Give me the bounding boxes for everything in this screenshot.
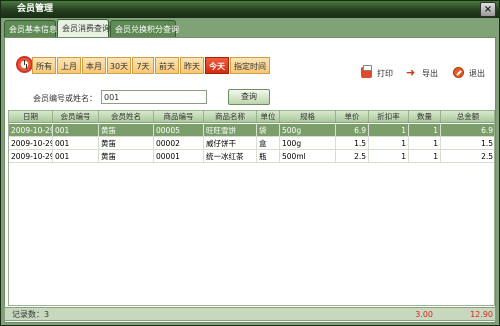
- cell-member-name: 黄笛: [99, 150, 154, 163]
- cell-unit: 袋: [257, 124, 280, 137]
- tab-points-exchange-query[interactable]: 会员兑换积分查询: [110, 20, 179, 38]
- window-title: 会员管理: [1, 1, 499, 18]
- cell-date: 2009-10-29: [11, 150, 53, 163]
- search-row: 会员编号或姓名： 查询: [5, 88, 497, 108]
- record-count: 记录数：3: [12, 310, 50, 319]
- column-header[interactable]: 商品编号: [154, 111, 204, 123]
- consumption-query-panel: 所有 上月 本月 30天 7天 前天 昨天 今天 指定时间 打印 ➜ 导出 退出: [4, 37, 496, 323]
- table-header: 日期 会员编号 会员姓名 商品编号 商品名称 单位 规格 单价 折扣率 数量 总…: [9, 111, 494, 123]
- column-header[interactable]: 折扣率: [369, 111, 409, 123]
- cell-product-name: 威仔饼干: [204, 137, 257, 150]
- toolbar: 所有 上月 本月 30天 7天 前天 昨天 今天 指定时间 打印 ➜ 导出 退出: [9, 48, 493, 86]
- cell-quantity: 1: [409, 150, 441, 163]
- exit-label: 退出: [469, 69, 485, 78]
- cell-price: 2.5: [336, 150, 369, 163]
- amount-total: 12.90: [470, 310, 493, 319]
- cell-total: 1.5: [441, 137, 494, 150]
- cell-price: 1.5: [336, 137, 369, 150]
- table-row[interactable]: 2009-10-29 001 黄笛 00005 旺旺雪饼 袋 500g 6.9 …: [9, 124, 494, 137]
- search-label: 会员编号或姓名：: [33, 94, 97, 103]
- member-management-window: 会员管理 × 会员基本信息 会员消费查询 会员兑换积分查询 所有 上月 本月 3…: [0, 0, 500, 326]
- cell-member-id: 001: [53, 124, 99, 137]
- cell-member-id: 001: [53, 137, 99, 150]
- range-yesterday[interactable]: 昨天: [180, 57, 204, 74]
- column-header[interactable]: 总金额: [441, 111, 494, 123]
- exit-icon: [453, 67, 464, 78]
- status-bar: 记录数：3 3.00 12.90: [4, 307, 496, 321]
- query-button[interactable]: 查询: [228, 89, 270, 105]
- range-30-days[interactable]: 30天: [107, 57, 131, 74]
- quantity-total: 3.00: [415, 310, 433, 319]
- cell-quantity: 1: [409, 124, 441, 137]
- tab-member-info[interactable]: 会员基本信息: [4, 20, 57, 38]
- printer-icon: [361, 65, 372, 78]
- exit-button[interactable]: 退出: [453, 67, 493, 80]
- cell-price: 6.9: [336, 124, 369, 137]
- cell-spec: 100g: [280, 137, 336, 150]
- clock-icon: [16, 56, 33, 73]
- column-header[interactable]: 规格: [280, 111, 336, 123]
- cell-product-id: 00002: [154, 137, 204, 150]
- table-row[interactable]: 2009-10-29 001 黄笛 00001 统一冰红茶 瓶 500ml 2.…: [9, 150, 494, 163]
- cell-total: 6.9: [441, 124, 494, 137]
- consumption-table[interactable]: 日期 会员编号 会员姓名 商品编号 商品名称 单位 规格 单价 折扣率 数量 总…: [8, 110, 495, 306]
- range-custom[interactable]: 指定时间: [230, 57, 270, 74]
- cell-product-name: 旺旺雪饼: [204, 124, 257, 137]
- cell-member-id: 001: [53, 150, 99, 163]
- export-label: 导出: [422, 69, 438, 78]
- column-header[interactable]: 单价: [336, 111, 369, 123]
- cell-total: 2.5: [441, 150, 494, 163]
- cell-product-id: 00005: [154, 124, 204, 137]
- cell-unit: 盒: [257, 137, 280, 150]
- export-button[interactable]: ➜ 导出: [406, 67, 446, 80]
- cell-spec: 500g: [280, 124, 336, 137]
- cell-quantity: 1: [409, 137, 441, 150]
- cell-discount: 1: [369, 124, 409, 137]
- arrow-right-icon: ➜: [406, 66, 416, 79]
- member-search-input[interactable]: [101, 90, 207, 104]
- cell-member-name: 黄笛: [99, 124, 154, 137]
- column-header[interactable]: 会员姓名: [99, 111, 154, 123]
- table-row[interactable]: 2009-10-29 001 黄笛 00002 威仔饼干 盒 100g 1.5 …: [9, 137, 494, 150]
- range-7-days[interactable]: 7天: [132, 57, 154, 74]
- range-last-month[interactable]: 上月: [57, 57, 81, 74]
- column-header[interactable]: 会员编号: [53, 111, 99, 123]
- range-all[interactable]: 所有: [32, 57, 56, 74]
- range-day-before-yesterday[interactable]: 前天: [155, 57, 179, 74]
- column-header[interactable]: 单位: [257, 111, 280, 123]
- column-header[interactable]: 数量: [409, 111, 441, 123]
- cell-date: 2009-10-29: [11, 137, 53, 150]
- cell-date: 2009-10-29: [11, 124, 53, 137]
- cell-discount: 1: [369, 150, 409, 163]
- column-header[interactable]: 日期: [9, 111, 53, 123]
- tab-consumption-query[interactable]: 会员消费查询: [57, 19, 110, 38]
- cell-discount: 1: [369, 137, 409, 150]
- close-button[interactable]: ×: [480, 2, 496, 17]
- cell-spec: 500ml: [280, 150, 336, 163]
- print-button[interactable]: 打印: [361, 65, 401, 80]
- range-this-month[interactable]: 本月: [82, 57, 106, 74]
- cell-product-name: 统一冰红茶: [204, 150, 257, 163]
- cell-product-id: 00001: [154, 150, 204, 163]
- range-today[interactable]: 今天: [205, 57, 229, 74]
- column-header[interactable]: 商品名称: [204, 111, 257, 123]
- cell-unit: 瓶: [257, 150, 280, 163]
- cell-member-name: 黄笛: [99, 137, 154, 150]
- print-label: 打印: [377, 69, 393, 78]
